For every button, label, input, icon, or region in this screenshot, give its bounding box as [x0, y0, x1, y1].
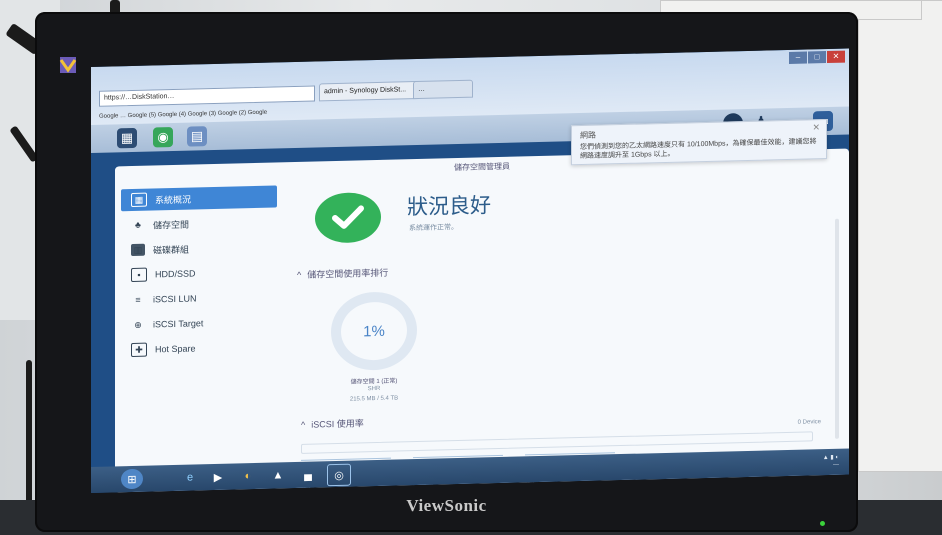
sidebar-item-disk-group[interactable]: ▥ 磁碟群組: [121, 235, 277, 261]
monitor-brand-label: ViewSonic: [406, 496, 487, 515]
sidebar-item-overview[interactable]: ▦ 系統概況: [121, 185, 277, 212]
sidebar-item-hdd[interactable]: ▪ HDD/SSD: [121, 260, 277, 286]
package-center-icon[interactable]: ◉: [153, 126, 173, 148]
start-button-icon[interactable]: ⊞: [121, 468, 143, 490]
viewsonic-logo-icon: [59, 56, 77, 74]
power-led: [820, 521, 825, 526]
hot-spare-icon: ✚: [131, 342, 147, 358]
storage-manager-window: 儲存空間管理員 ▦ 系統概況 ♣ 儲存空間 ▥ 磁碟群組 ▪ HDD/SSD ≡…: [115, 148, 849, 493]
iscsi-device-count: 0 Device: [797, 419, 821, 426]
iscsi-section-header[interactable]: ^ iSCSI 使用率: [301, 416, 364, 431]
close-icon[interactable]: ✕: [812, 122, 820, 133]
section-title: iSCSI 使用率: [311, 418, 364, 430]
address-bar[interactable]: https://…DiskStation…: [99, 85, 315, 107]
volume-icon: ♣: [135, 219, 141, 230]
status-heading: 狀況良好: [407, 194, 491, 220]
chart-app-icon[interactable]: ▄: [297, 464, 319, 485]
sidebar-item-label: 儲存空間: [153, 219, 190, 230]
chevron-up-icon: ^: [297, 269, 302, 280]
storage-manager-icon[interactable]: ▤: [187, 126, 207, 147]
volume-usage: 215.5 MB / 5.4 TB: [349, 395, 399, 403]
usage-percent: 1%: [363, 322, 385, 340]
status-ok-icon: [315, 191, 381, 244]
app-icon[interactable]: ◎: [327, 463, 351, 487]
sidebar-item-label: iSCSI Target: [153, 318, 204, 330]
monitor: – □ ✕ https://…DiskStation… admin - Synolo…: [35, 12, 858, 532]
ie-icon[interactable]: e: [179, 467, 201, 488]
window-controls: – □ ✕: [788, 50, 845, 66]
maximize-button[interactable]: □: [808, 51, 826, 64]
status-subtext: 系統運作正常。: [409, 224, 458, 233]
sidebar-item-iscsi-lun[interactable]: ≡ iSCSI LUN: [121, 285, 277, 311]
target-icon: ⊕: [134, 319, 142, 330]
chrome-icon[interactable]: ◐: [237, 466, 259, 487]
sidebar-item-label: Hot Spare: [155, 343, 196, 355]
sidebar-item-iscsi-target[interactable]: ⊕ iSCSI Target: [121, 310, 277, 336]
tab-dsm[interactable]: admin - Synology DiskSt...: [319, 80, 419, 102]
media-player-icon[interactable]: ▶: [207, 467, 229, 488]
photo-icon[interactable]: ▲: [267, 465, 289, 486]
disk-group-icon: ▥: [131, 243, 145, 257]
sidebar-item-label: iSCSI LUN: [153, 293, 197, 305]
sidebar: ▦ 系統概況 ♣ 儲存空間 ▥ 磁碟群組 ▪ HDD/SSD ≡ iSCSI L…: [121, 182, 277, 486]
sidebar-item-label: 系統概況: [155, 194, 192, 205]
system-tray[interactable]: ▲ ▮ ◐ —: [823, 455, 839, 469]
wall-document-right: [858, 0, 942, 472]
section-title: 儲存空間使用率排行: [307, 267, 389, 280]
tab-other[interactable]: …: [413, 79, 473, 100]
lun-icon: ≡: [135, 294, 141, 305]
minimize-button[interactable]: –: [789, 51, 807, 64]
scrollbar[interactable]: [835, 218, 839, 439]
overview-content: 狀況良好 系統運作正常。 ^ 儲存空間使用率排行 1% 儲存空間 1 (正常) …: [291, 169, 831, 493]
network-notification[interactable]: ✕ 網路 您們偵測到您的乙太網路速度只有 10/100Mbps，為確保最佳效能，…: [571, 119, 827, 166]
sidebar-item-volume[interactable]: ♣ 儲存空間: [121, 210, 277, 236]
sidebar-item-hot-spare[interactable]: ✚ Hot Spare: [121, 335, 277, 361]
overview-icon: ▦: [131, 192, 147, 208]
hdd-icon: ▪: [131, 267, 147, 283]
screen: – □ ✕ https://…DiskStation… admin - Synolo…: [91, 48, 849, 493]
volume-usage-donut: 1%: [331, 291, 417, 372]
sidebar-item-label: HDD/SSD: [155, 268, 196, 280]
notification-body: 您們偵測到您的乙太網路速度只有 10/100Mbps，為確保最佳效能，建議您將網…: [580, 138, 817, 161]
chevron-up-icon: ^: [301, 419, 306, 430]
sidebar-item-label: 磁碟群組: [153, 244, 190, 255]
close-button[interactable]: ✕: [827, 50, 845, 64]
main-menu-icon[interactable]: ▦: [117, 127, 137, 149]
volume-usage-section-header[interactable]: ^ 儲存空間使用率排行: [297, 266, 388, 281]
